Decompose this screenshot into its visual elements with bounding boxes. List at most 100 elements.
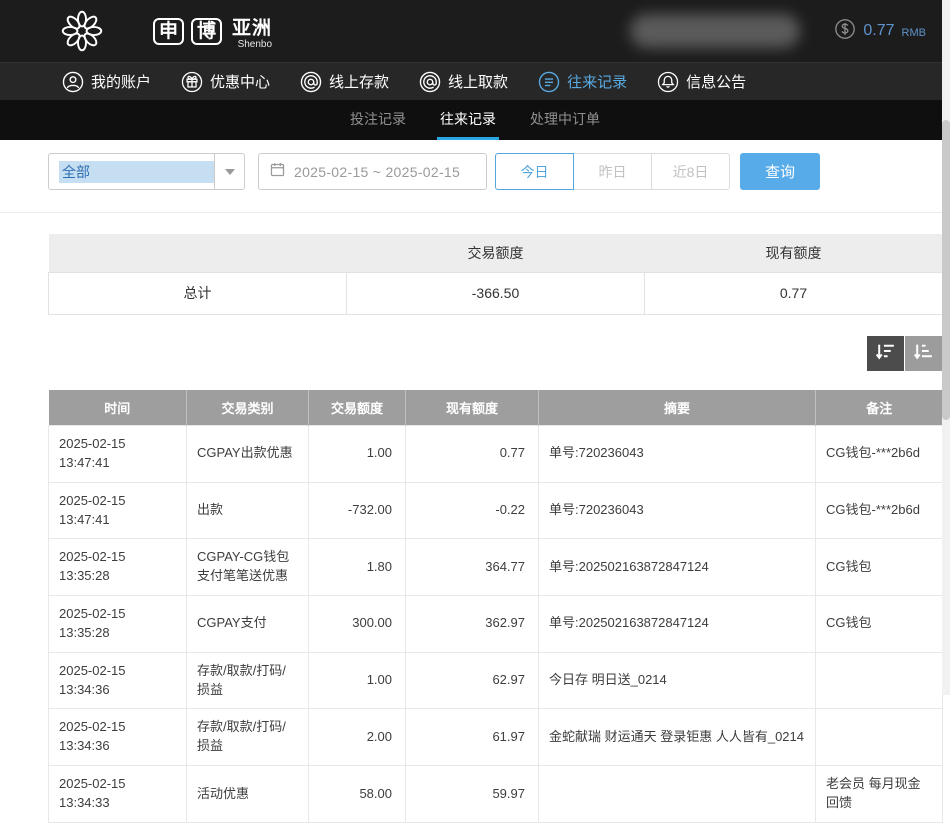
nav-item-announcements[interactable]: 信息公告 (657, 71, 746, 93)
cell-time: 2025-02-15 13:34:36 (49, 652, 187, 709)
deposit-coin-icon (300, 71, 322, 93)
records-column-header[interactable]: 现有额度 (406, 390, 539, 426)
brand-logo[interactable]: 申 博 亚洲 Shenbo (14, 9, 272, 53)
summary-header-row: 交易额度 现有额度 (49, 234, 943, 272)
cell-summary: 单号:202502163872847124 (539, 539, 816, 596)
logo-subtitle: Shenbo (238, 39, 272, 50)
sort-controls (48, 336, 942, 371)
cell-balance: 62.97 (406, 652, 539, 709)
main-navigation: 我的账户 优惠中心 线上存款 (0, 62, 950, 100)
scrollbar-thumb[interactable] (942, 120, 950, 420)
flower-logo-icon (60, 9, 104, 53)
sort-asc-icon (913, 341, 934, 365)
tab-transaction-records[interactable]: 往来记录 (437, 100, 499, 140)
content-area: 全部 2025-02-15 ~ 2025-02-15 今日 昨日 近8日 查询 (48, 153, 942, 823)
records-column-header[interactable]: 备注 (816, 390, 943, 426)
cell-trade-amount: 58.00 (309, 766, 406, 823)
sort-desc-button[interactable] (867, 336, 904, 371)
cell-trade-amount: -732.00 (309, 482, 406, 539)
logo-region-text: 亚洲 (232, 13, 272, 40)
table-row: 2025-02-15 13:35:28 CGPAY-CG钱包支付笔笔送优惠 1.… (49, 539, 943, 596)
summary-header-empty (49, 234, 347, 272)
nav-item-promotions[interactable]: 优惠中心 (181, 71, 270, 93)
cell-remark: CG钱包 (816, 539, 943, 596)
cell-summary: 今日存 明日送_0214 (539, 652, 816, 709)
vertical-scrollbar[interactable] (942, 0, 950, 695)
sub-navigation: 投注记录 往来记录 处理中订单 (0, 100, 950, 140)
top-header: 申 博 亚洲 Shenbo 0.77 RMB (0, 0, 950, 62)
quick-btn-yesterday[interactable]: 昨日 (573, 153, 652, 190)
table-row: 2025-02-15 13:34:33 活动优惠 58.00 59.97 老会员… (49, 766, 943, 823)
calendar-icon (269, 161, 286, 183)
cell-type: CGPAY支付 (187, 596, 309, 653)
filter-bar: 全部 2025-02-15 ~ 2025-02-15 今日 昨日 近8日 查询 (48, 153, 942, 190)
cell-balance: 59.97 (406, 766, 539, 823)
cell-trade-amount: 300.00 (309, 596, 406, 653)
tab-bet-records[interactable]: 投注记录 (347, 100, 409, 140)
cell-time: 2025-02-15 13:47:41 (49, 426, 187, 483)
quick-date-group: 今日 昨日 近8日 (495, 153, 730, 190)
nav-item-deposit[interactable]: 线上存款 (300, 71, 389, 93)
table-row: 2025-02-15 13:34:36 存款/取款/打码/损益 1.00 62.… (49, 652, 943, 709)
cell-summary: 单号:720236043 (539, 426, 816, 483)
cell-type: 活动优惠 (187, 766, 309, 823)
balance-currency: RMB (902, 27, 926, 39)
sort-desc-icon (875, 341, 896, 365)
cell-remark: 老会员 每月现金回馈 (816, 766, 943, 823)
bell-icon (657, 71, 679, 93)
records-column-header[interactable]: 交易额度 (309, 390, 406, 426)
account-balance[interactable]: 0.77 RMB (834, 0, 926, 62)
nav-label: 线上存款 (329, 71, 389, 92)
cell-trade-amount: 1.00 (309, 426, 406, 483)
user-info-redacted (630, 14, 800, 48)
summary-total-row: 总计 -366.50 0.77 (49, 272, 943, 314)
cell-balance: 61.97 (406, 709, 539, 766)
cell-time: 2025-02-15 13:35:28 (49, 539, 187, 596)
cell-trade-amount: 2.00 (309, 709, 406, 766)
cell-balance: 364.77 (406, 539, 539, 596)
nav-item-my-account[interactable]: 我的账户 (62, 71, 151, 93)
search-button[interactable]: 查询 (740, 153, 820, 190)
sort-asc-button[interactable] (905, 336, 942, 371)
summary-header-trade: 交易额度 (347, 234, 645, 272)
cell-type: CGPAY出款优惠 (187, 426, 309, 483)
cell-summary (539, 766, 816, 823)
summary-total-trade: -366.50 (347, 272, 645, 314)
nav-label: 我的账户 (91, 71, 151, 92)
nav-label: 线上取款 (448, 71, 508, 92)
cell-remark: CG钱包-***2b6d (816, 426, 943, 483)
nav-item-withdraw[interactable]: 线上取款 (419, 71, 508, 93)
cell-time: 2025-02-15 13:35:28 (49, 596, 187, 653)
cell-type: CGPAY-CG钱包支付笔笔送优惠 (187, 539, 309, 596)
cell-summary: 单号:202502163872847124 (539, 596, 816, 653)
category-select[interactable]: 全部 (48, 153, 245, 190)
summary-total-label: 总计 (49, 272, 347, 314)
quick-btn-today[interactable]: 今日 (495, 153, 574, 190)
cell-time: 2025-02-15 13:47:41 (49, 482, 187, 539)
divider (0, 212, 950, 213)
nav-label: 信息公告 (686, 71, 746, 92)
records-column-header[interactable]: 交易类别 (187, 390, 309, 426)
cell-trade-amount: 1.00 (309, 652, 406, 709)
nav-item-transaction-records[interactable]: 往来记录 (538, 71, 627, 93)
dollar-circle-icon (834, 18, 856, 45)
cell-remark: CG钱包 (816, 596, 943, 653)
date-range-input[interactable]: 2025-02-15 ~ 2025-02-15 (258, 153, 487, 190)
cell-remark: CG钱包-***2b6d (816, 482, 943, 539)
records-column-header[interactable]: 时间 (49, 390, 187, 426)
cell-type: 存款/取款/打码/损益 (187, 709, 309, 766)
withdraw-coin-icon (419, 71, 441, 93)
quick-btn-last-8-days[interactable]: 近8日 (651, 153, 730, 190)
cell-balance: -0.22 (406, 482, 539, 539)
records-table: 时间交易类别交易额度现有额度摘要备注 2025-02-15 13:47:41 C… (48, 390, 943, 823)
cell-trade-amount: 1.80 (309, 539, 406, 596)
cell-summary: 金蛇献瑞 财运通天 登录钜惠 人人皆有_0214 (539, 709, 816, 766)
summary-table: 交易额度 现有额度 总计 -366.50 0.77 (48, 234, 943, 315)
nav-label: 优惠中心 (210, 71, 270, 92)
records-column-header[interactable]: 摘要 (539, 390, 816, 426)
table-row: 2025-02-15 13:47:41 出款 -732.00 -0.22 单号:… (49, 482, 943, 539)
tab-pending-orders[interactable]: 处理中订单 (527, 100, 603, 140)
logo-char-shen: 申 (153, 18, 184, 45)
cell-remark (816, 652, 943, 709)
records-coin-icon (538, 71, 560, 93)
